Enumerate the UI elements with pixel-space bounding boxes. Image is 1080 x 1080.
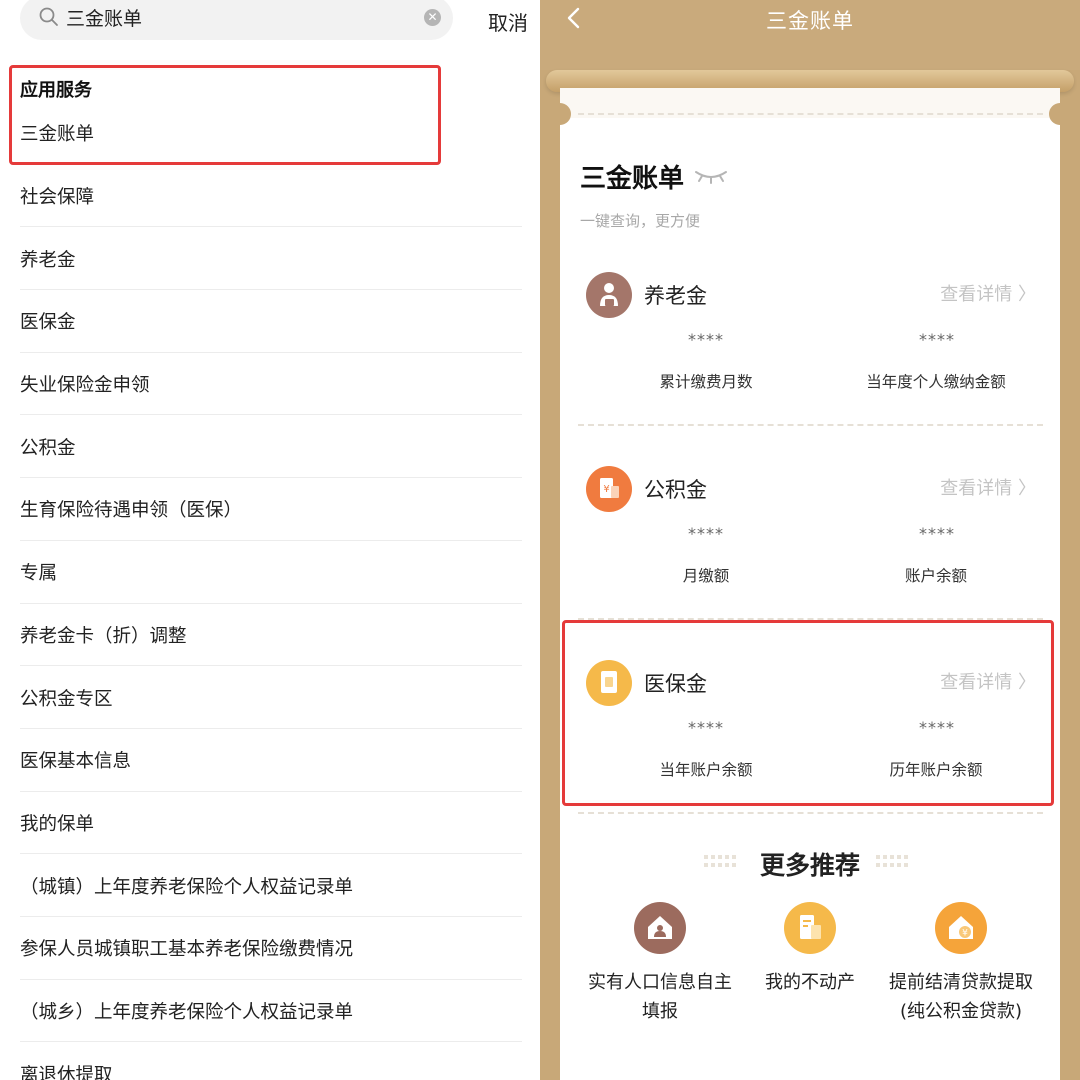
masked-value: **** (688, 524, 724, 543)
recommend-label-line1: 我的不动产 (765, 972, 855, 993)
result-item[interactable]: 参保人员城镇职工基本养老保险缴费情况 (0, 917, 540, 980)
result-item[interactable]: 社会保障 (0, 165, 540, 228)
svg-text:¥: ¥ (603, 484, 609, 495)
result-item[interactable]: 专属 (0, 541, 540, 604)
search-bar[interactable]: 三金账单 ✕ (20, 0, 453, 40)
masked-value: **** (688, 330, 724, 349)
more-recommendations-title: 更多推荐 (759, 851, 860, 880)
divider (578, 424, 1043, 426)
bill-pane: 三金账单 三金账单 一键查询，更方便 养老金 查看详情 〉 **** **** … (540, 0, 1080, 1080)
cancel-button[interactable]: 取消 (488, 7, 528, 36)
result-item-label: （城乡）上年度养老保险个人权益记录单 (20, 1001, 354, 1023)
nav-title: 三金账单 (766, 9, 854, 33)
search-icon (39, 7, 58, 26)
result-item-label: 生育保险待遇申领（医保） (20, 500, 243, 522)
fund-name: 公积金 (644, 478, 707, 502)
view-details-link[interactable]: 查看详情 〉 (940, 280, 1036, 306)
result-item[interactable]: 养老金卡（折）调整 (0, 604, 540, 667)
masked-value: **** (919, 524, 955, 543)
loan-house-icon: ¥ (935, 902, 987, 954)
recommend-label-line1: 实有人口信息自主 (588, 972, 732, 993)
result-item-label: 社会保障 (20, 187, 95, 209)
result-item-label: 离退休提取 (20, 1064, 113, 1080)
result-item[interactable]: （城镇）上年度养老保险个人权益记录单 (0, 854, 540, 917)
clear-icon[interactable]: ✕ (424, 9, 441, 26)
result-item-label: 公积金 (20, 437, 76, 459)
masked-value: **** (919, 330, 955, 349)
search-results-pane: 三金账单 ✕ 取消 应用服务 三金账单 社会保障 养老金 医保金 失业保险金申领… (0, 0, 540, 1080)
result-item[interactable]: 医保金 (0, 290, 540, 353)
decorative-dots-icon (876, 855, 908, 867)
recommend-my-property[interactable]: 我的不动产 (725, 902, 895, 997)
divider (578, 113, 1043, 115)
result-item-label: 三金账单 (20, 124, 95, 146)
result-item-label: 养老金 (20, 249, 76, 271)
housing-fund-icon: ¥ (586, 466, 632, 512)
result-item[interactable]: 三金账单 (0, 102, 540, 165)
result-item-label: 公积金专区 (20, 688, 113, 710)
metric-label: 账户余额 (904, 567, 967, 585)
divider (578, 812, 1043, 814)
result-item-label: 失业保险金申领 (20, 375, 150, 397)
result-item-label: 医保基本信息 (20, 751, 132, 773)
result-item[interactable]: 公积金专区 (0, 666, 540, 729)
property-document-icon (784, 902, 836, 954)
metric-label: 当年度个人缴纳金额 (866, 373, 1006, 391)
recommend-population-info[interactable]: 实有人口信息自主 填报 (575, 902, 745, 1026)
fund-name: 养老金 (644, 284, 707, 308)
result-item[interactable]: 养老金 (0, 227, 540, 290)
house-person-icon (634, 902, 686, 954)
recommend-early-loan-payoff[interactable]: ¥ 提前结清贷款提取 (纯公积金贷款) (876, 902, 1046, 1026)
result-item-label: 参保人员城镇职工基本养老保险缴费情况 (20, 939, 354, 961)
result-item-label: 养老金卡（折）调整 (20, 625, 187, 647)
result-list: 三金账单 社会保障 养老金 医保金 失业保险金申领 公积金 生育保险待遇申领（医… (0, 102, 540, 1080)
paper-notch (1049, 103, 1071, 125)
result-item-label: （城镇）上年度养老保险个人权益记录单 (20, 876, 354, 898)
card-title: 三金账单 (580, 164, 685, 194)
paper-notch (549, 103, 571, 125)
result-item[interactable]: 我的保单 (0, 792, 540, 855)
recommend-label-line2: 填报 (642, 1001, 678, 1022)
metric-label: 月缴额 (682, 567, 730, 585)
result-item[interactable]: 生育保险待遇申领（医保） (0, 478, 540, 541)
result-item-label: 医保金 (20, 312, 76, 334)
fund-block-pension: 养老金 查看详情 〉 **** **** 累计缴费月数 当年度个人缴纳金额 (560, 272, 1060, 422)
result-item[interactable]: 失业保险金申领 (0, 353, 540, 416)
fund-block-housing: ¥ 公积金 查看详情 〉 **** **** 月缴额 账户余额 (560, 466, 1060, 616)
result-item-label: 专属 (20, 563, 58, 585)
result-item[interactable]: 离退休提取 (0, 1042, 540, 1080)
result-item-label: 我的保单 (20, 813, 95, 835)
svg-text:¥: ¥ (962, 929, 968, 939)
view-details-link[interactable]: 查看详情 〉 (940, 474, 1036, 500)
metric-label: 累计缴费月数 (659, 373, 753, 391)
recommend-label-line1: 提前结清贷款提取 (889, 972, 1033, 993)
eye-closed-icon[interactable] (692, 166, 730, 186)
card-subtitle: 一键查询，更方便 (580, 212, 701, 230)
result-item[interactable]: 医保基本信息 (0, 729, 540, 792)
search-input[interactable]: 三金账单 (66, 4, 142, 31)
highlight-box (562, 620, 1054, 806)
elder-person-icon (586, 272, 632, 318)
result-item[interactable]: （城乡）上年度养老保险个人权益记录单 (0, 980, 540, 1043)
result-item[interactable]: 公积金 (0, 415, 540, 478)
recommend-label-line2: (纯公积金贷款) (899, 1001, 1023, 1022)
